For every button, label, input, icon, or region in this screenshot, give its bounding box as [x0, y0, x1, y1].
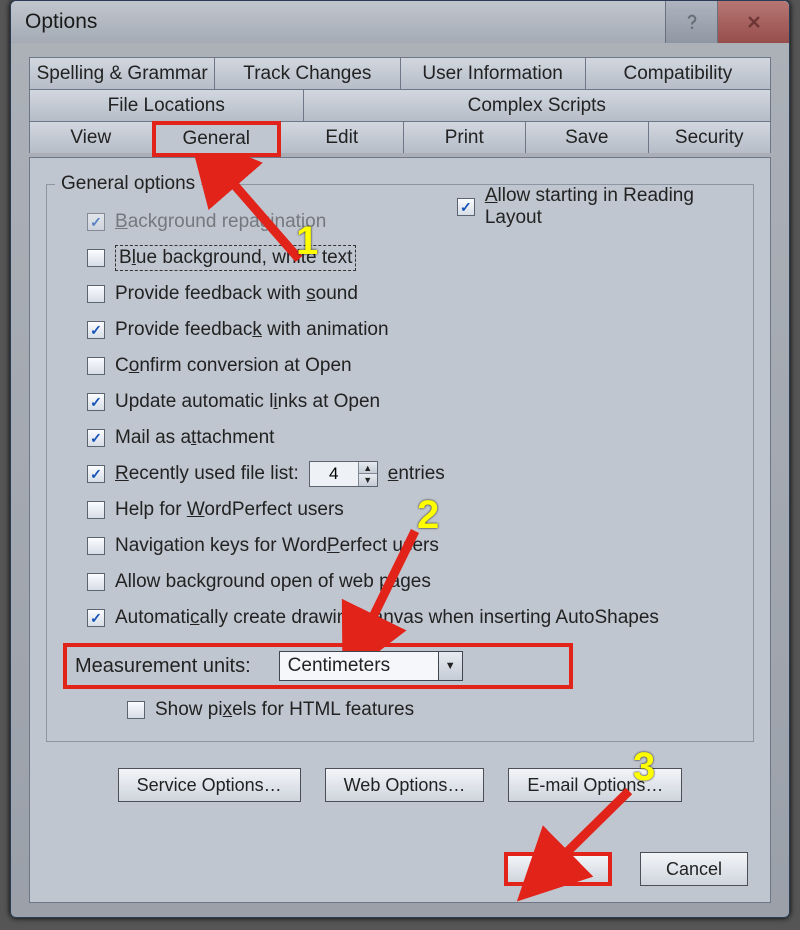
group-legend: General options — [55, 173, 201, 195]
checkbox-icon — [87, 357, 105, 375]
ok-button[interactable]: OK — [504, 852, 612, 886]
help-icon — [682, 12, 702, 32]
opt-auto-canvas[interactable]: Automatically create drawing canvas when… — [87, 603, 737, 633]
tab-print[interactable]: Print — [403, 121, 527, 153]
checkbox-icon — [87, 465, 105, 483]
opt-confirm-conversion[interactable]: Confirm conversion at Open — [87, 351, 737, 381]
dialog-title: Options — [25, 10, 97, 34]
spin-buttons: ▲ ▼ — [358, 462, 377, 486]
checkbox-icon — [87, 249, 105, 267]
recent-files-value[interactable] — [310, 463, 358, 485]
recent-files-spin[interactable]: ▲ ▼ — [309, 461, 378, 487]
checkbox-icon — [457, 198, 475, 216]
opt-label: Blue background, white text — [115, 245, 356, 271]
checkbox-icon — [87, 609, 105, 627]
tab-save[interactable]: Save — [525, 121, 649, 153]
opt-label: Automatically create drawing canvas when… — [115, 607, 659, 629]
opt-label: Show pixels for HTML features — [155, 699, 414, 721]
tab-strip: Spelling & Grammar Track Changes User In… — [29, 57, 771, 157]
opt-label: Navigation keys for WordPerfect users — [115, 535, 439, 557]
email-options-button[interactable]: E-mail Options… — [508, 768, 682, 802]
opt-show-pixels[interactable]: Show pixels for HTML features — [63, 695, 737, 725]
opt-reading-layout[interactable]: Allow starting in Reading Layout — [457, 185, 753, 229]
opt-label: Mail as attachment — [115, 427, 274, 449]
opt-wp-help[interactable]: Help for WordPerfect users — [87, 495, 737, 525]
checkbox-icon — [87, 537, 105, 555]
tab-view[interactable]: View — [29, 121, 153, 153]
tab-edit[interactable]: Edit — [280, 121, 404, 153]
checkbox-icon — [87, 321, 105, 339]
opt-wp-nav[interactable]: Navigation keys for WordPerfect users — [87, 531, 737, 561]
close-button[interactable] — [717, 1, 789, 43]
opt-feedback-sound[interactable]: Provide feedback with sound — [87, 279, 737, 309]
entries-label: entries — [388, 463, 445, 485]
tab-file-locations[interactable]: File Locations — [29, 89, 304, 121]
web-options-button[interactable]: Web Options… — [325, 768, 485, 802]
opt-update-links[interactable]: Update automatic links at Open — [87, 387, 737, 417]
measurement-units-row: Measurement units: Centimeters ▼ — [63, 643, 573, 689]
measurement-label: Measurement units: — [75, 655, 251, 678]
tab-security[interactable]: Security — [648, 121, 772, 153]
opt-mail-attachment[interactable]: Mail as attachment — [87, 423, 737, 453]
opt-label: Recently used file list: — [115, 463, 299, 485]
opt-label: Help for WordPerfect users — [115, 499, 344, 521]
general-options-group: General options Background repagination … — [46, 184, 754, 742]
opt-label: Update automatic links at Open — [115, 391, 380, 413]
dialog-buttons: OK Cancel — [504, 852, 748, 886]
checkbox-icon — [87, 285, 105, 303]
tab-user-information[interactable]: User Information — [400, 57, 586, 89]
tab-track-changes[interactable]: Track Changes — [214, 57, 400, 89]
chevron-down-icon: ▼ — [438, 652, 462, 680]
checkbox-icon — [87, 501, 105, 519]
cancel-button[interactable]: Cancel — [640, 852, 748, 886]
opt-bg-web-open[interactable]: Allow background open of web pages — [87, 567, 737, 597]
checkbox-icon — [87, 213, 105, 231]
opt-feedback-animation[interactable]: Provide feedback with animation — [87, 315, 737, 345]
close-icon — [744, 12, 764, 32]
service-options-button[interactable]: Service Options… — [118, 768, 301, 802]
options-dialog: Options Spelling & Grammar Track Changes… — [10, 0, 790, 918]
options-buttons-row: Service Options… Web Options… E-mail Opt… — [52, 768, 748, 802]
options-column: Background repagination Blue background,… — [63, 207, 737, 633]
opt-label: Background repagination — [115, 211, 326, 233]
tab-panel: General options Background repagination … — [29, 157, 771, 903]
tab-general[interactable]: General — [152, 121, 282, 157]
help-button[interactable] — [665, 1, 717, 43]
client-area: Spelling & Grammar Track Changes User In… — [29, 57, 771, 903]
opt-recent-files[interactable]: Recently used file list: ▲ ▼ entries — [87, 459, 737, 489]
tab-spelling-grammar[interactable]: Spelling & Grammar — [29, 57, 215, 89]
spin-down[interactable]: ▼ — [359, 474, 377, 486]
opt-label: Allow background open of web pages — [115, 571, 431, 593]
checkbox-icon — [87, 429, 105, 447]
tab-complex-scripts[interactable]: Complex Scripts — [303, 89, 771, 121]
opt-label: Provide feedback with sound — [115, 283, 358, 305]
opt-label: Confirm conversion at Open — [115, 355, 352, 377]
measurement-units-combo[interactable]: Centimeters ▼ — [279, 651, 463, 681]
checkbox-icon — [87, 573, 105, 591]
checkbox-icon — [87, 393, 105, 411]
checkbox-icon — [127, 701, 145, 719]
opt-blue-background[interactable]: Blue background, white text — [87, 243, 737, 273]
opt-label: Allow starting in Reading Layout — [485, 185, 753, 229]
spin-up[interactable]: ▲ — [359, 462, 377, 474]
tab-compatibility[interactable]: Compatibility — [585, 57, 771, 89]
opt-label: Provide feedback with animation — [115, 319, 389, 341]
titlebar: Options — [11, 1, 789, 43]
window-buttons — [665, 1, 789, 43]
measurement-value: Centimeters — [280, 655, 438, 677]
